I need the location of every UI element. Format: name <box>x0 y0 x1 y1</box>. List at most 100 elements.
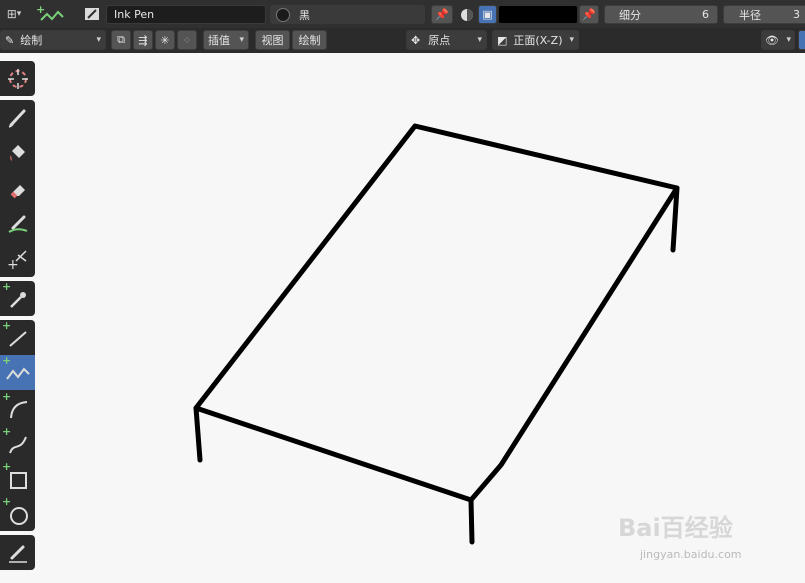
cursor-icon <box>7 68 28 89</box>
mode-label: 绘制 <box>20 34 43 47</box>
eraser-icon <box>10 184 25 198</box>
color-mode-vertex-button[interactable]: ▣ <box>478 5 497 24</box>
radius-field[interactable]: 半径 3 <box>723 5 805 24</box>
tool-eyedropper[interactable]: + <box>0 281 35 316</box>
color-mode-material-button[interactable] <box>458 5 476 24</box>
multiframe-button[interactable]: ⧉ <box>111 30 131 50</box>
toolbar-group-primitives: + + + + + + <box>0 320 35 531</box>
toolbar-group-cursor <box>0 61 35 96</box>
active-tool-indicator[interactable]: + <box>32 3 70 25</box>
move-arrows-icon: ✥ <box>411 33 421 47</box>
tool-cursor[interactable] <box>0 61 35 96</box>
tool-settings-bar: ✎ 绘制 ▾ ⧉ ⇶ ✳ ⁘ 插值 ▾ 视图 绘制 ✥ 原点 ▾ ◩ 正面(X-… <box>0 28 805 53</box>
plus-icon: + <box>2 319 12 332</box>
material-swatch <box>276 7 290 22</box>
watermark-logo: Bai百经验 <box>618 508 733 543</box>
chevron-down-icon: ▾ <box>239 35 244 45</box>
tool-polyline[interactable]: + <box>0 355 35 390</box>
radius-value: 3 <box>793 8 800 21</box>
view-menu[interactable]: 视图 <box>255 30 290 50</box>
subdivision-label: 细分 <box>619 8 641 22</box>
stroke-leg-left <box>193 405 203 463</box>
layers-icon: ⧉ <box>117 33 125 46</box>
grid-icon: ⊞ <box>6 7 17 21</box>
chevron-down-icon: ▾ <box>96 35 101 45</box>
material-name: 黑 <box>299 8 310 22</box>
origin-dropdown[interactable]: ✥ 原点 ▾ <box>406 30 487 50</box>
tool-fill[interactable] <box>0 135 35 170</box>
subdivision-value: 6 <box>702 8 709 21</box>
tool-draw[interactable] <box>0 100 35 135</box>
viewport-canvas[interactable] <box>0 0 805 583</box>
plus-icon: + <box>2 280 12 293</box>
pin-icon: 📌 <box>582 8 596 21</box>
view-label: 视图 <box>261 34 284 47</box>
scissors-icon: + <box>7 249 27 271</box>
orientation-label: 正面(X-Z) <box>513 34 563 47</box>
draw-menu[interactable]: 绘制 <box>292 30 327 50</box>
radius-label: 半径 <box>739 8 761 22</box>
merge-icon: ⇶ <box>138 33 148 47</box>
watermark-url-text: jingyan.baidu.com <box>640 548 742 561</box>
pin-color-button[interactable]: 📌 <box>579 5 599 24</box>
tool-annotate[interactable] <box>0 535 35 570</box>
plus-icon: + <box>2 390 12 403</box>
plane-icon: ◩ <box>497 33 508 47</box>
tool-circle[interactable]: + <box>0 496 35 531</box>
visibility-dropdown[interactable]: 👁 ▾ <box>761 30 795 50</box>
tool-tint[interactable] <box>0 206 35 241</box>
brush-color-swatch[interactable] <box>499 6 577 23</box>
watermark-logo-text: Bai百经验 <box>618 514 733 542</box>
brush-name-text: Ink Pen <box>114 8 155 21</box>
tool-line[interactable]: + <box>0 320 35 355</box>
svg-text:+: + <box>36 4 45 16</box>
toolbar-group-annotate <box>0 535 35 570</box>
auto-merge-button[interactable]: ⇶ <box>133 30 153 50</box>
chevron-down-icon: ▾ <box>16 9 22 19</box>
brush-icon[interactable] <box>80 5 104 23</box>
brush-name-field[interactable]: Ink Pen <box>106 5 266 24</box>
editor-type-menu[interactable]: ⊞ ▾ <box>0 4 28 24</box>
chevron-down-icon: ▾ <box>786 35 791 45</box>
orientation-dropdown[interactable]: ◩ 正面(X-Z) ▾ <box>492 30 579 50</box>
pencil-icon: ✎ <box>5 33 15 47</box>
overlay-toggle-button[interactable] <box>798 30 805 50</box>
draw-label: 绘制 <box>298 34 321 47</box>
toolbar-group-paint: + <box>0 100 35 277</box>
chevron-down-icon: ▾ <box>569 35 574 45</box>
table-drawing <box>193 123 680 545</box>
polyline-tool-icon: + <box>36 4 64 21</box>
annotate-pen-icon <box>8 545 27 563</box>
watermark-url: jingyan.baidu.com <box>640 548 742 561</box>
snowflake-icon: ✳ <box>160 33 170 47</box>
pin-material-button[interactable]: 📌 <box>431 5 453 24</box>
eye-icon: 👁 <box>765 33 779 47</box>
material-selector[interactable]: 黑 <box>270 5 425 24</box>
tool-erase[interactable] <box>0 171 35 206</box>
plus-icon: + <box>2 460 12 473</box>
stroke-leg-right <box>670 185 680 253</box>
stroke-leg-front <box>468 497 475 545</box>
tool-header: ⊞ ▾ + Ink Pen 黑 📌 ▣ 📌 细分 6 半径 3 <box>0 0 805 28</box>
chevron-down-icon: ▾ <box>477 35 482 45</box>
plus-icon: + <box>2 354 12 367</box>
snap-button[interactable]: ✳ <box>155 30 175 50</box>
tool-arc[interactable]: + <box>0 391 35 426</box>
plus-icon: + <box>2 495 12 508</box>
subdivision-field[interactable]: 细分 6 <box>604 5 718 24</box>
origin-label: 原点 <box>428 34 451 47</box>
vertex-color-icon: ▣ <box>482 8 493 21</box>
tool-cutter[interactable]: + <box>0 241 35 276</box>
tool-curve[interactable]: + <box>0 426 35 461</box>
pin-icon: 📌 <box>435 8 449 21</box>
interpolate-dropdown[interactable]: 插值 ▾ <box>203 30 249 50</box>
tint-brush-icon <box>7 215 27 233</box>
interpolate-label: 插值 <box>208 34 230 47</box>
toolbar-group-eyedropper: + <box>0 281 35 316</box>
mode-dropdown[interactable]: ✎ 绘制 ▾ <box>0 30 106 50</box>
draw-brush-icon <box>8 109 25 128</box>
lock-axis-button[interactable]: ⁘ <box>177 30 197 50</box>
plus-icon: + <box>2 425 12 438</box>
stroke-table-top <box>193 123 680 503</box>
tool-box[interactable]: + <box>0 461 35 496</box>
